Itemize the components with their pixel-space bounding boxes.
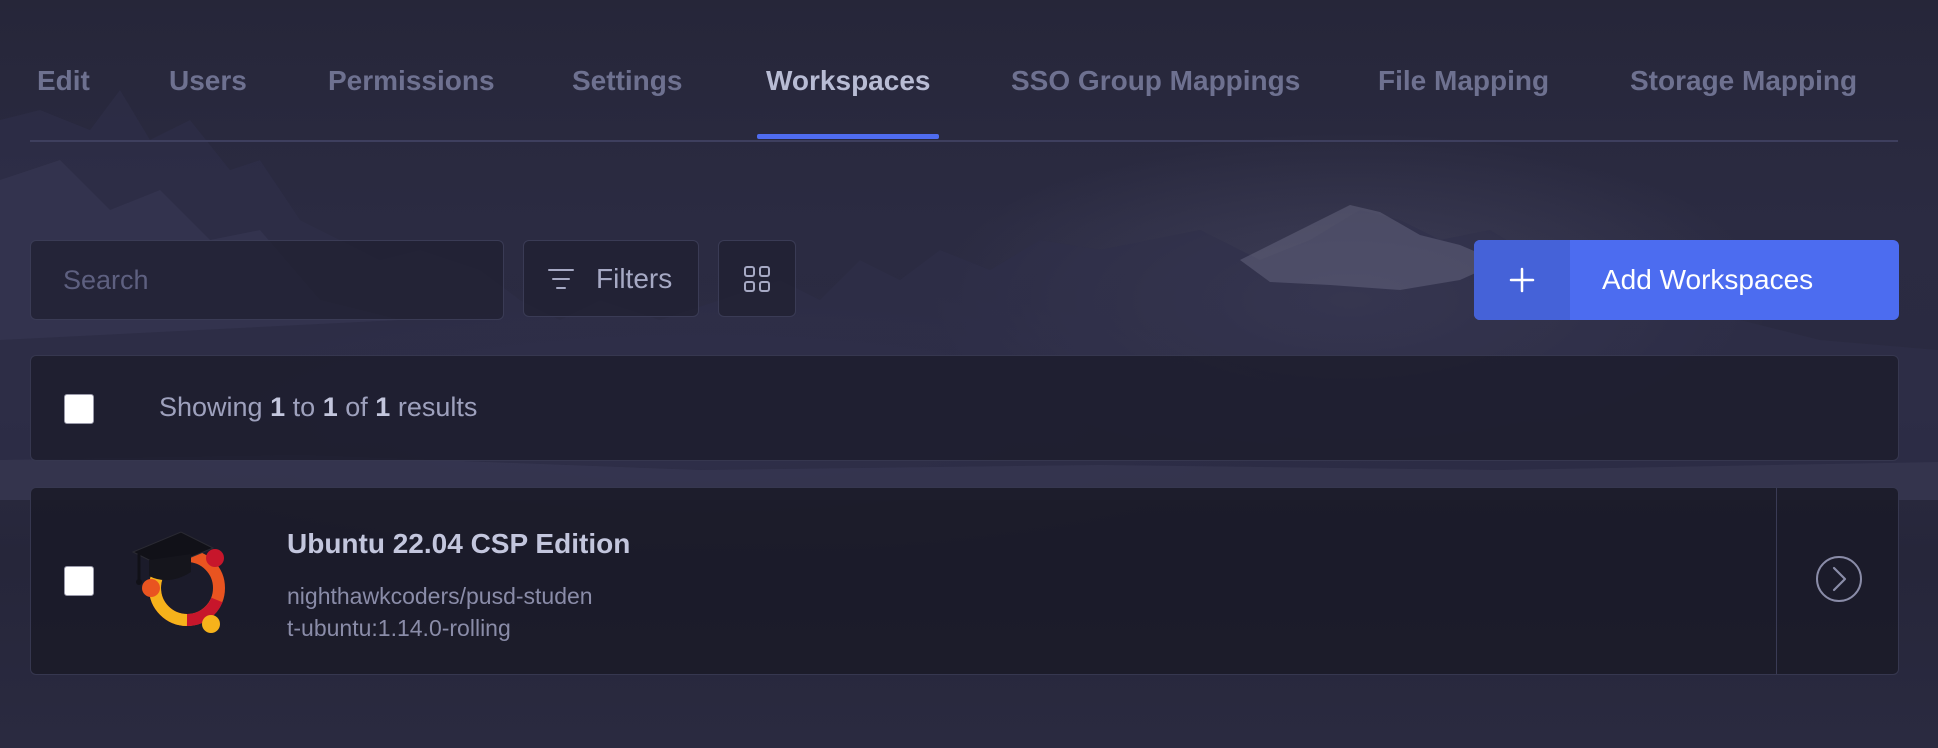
tab-sso-group-mappings[interactable]: SSO Group Mappings — [1011, 65, 1300, 97]
tab-storage-mapping[interactable]: Storage Mapping — [1630, 65, 1857, 97]
workspace-name: Ubuntu 22.04 CSP Edition — [287, 528, 631, 559]
results-header: Showing 1 to 1 of 1 results — [30, 355, 1899, 461]
select-all-checkbox[interactable] — [64, 394, 94, 424]
results-from: 1 — [270, 392, 286, 422]
plus-icon — [1509, 267, 1535, 293]
search-input[interactable] — [31, 241, 503, 319]
add-workspaces-label: Add Workspaces — [1602, 264, 1814, 295]
plus-icon-container — [1474, 240, 1570, 320]
tab-permissions[interactable]: Permissions — [328, 65, 495, 97]
results-to-word: to — [292, 392, 316, 422]
filters-label: Filters — [596, 262, 673, 294]
grid-view-button[interactable] — [718, 240, 796, 317]
results-summary: Showing 1 to 1 of 1 results — [159, 392, 477, 423]
filter-lines-icon — [548, 268, 574, 289]
tab-settings[interactable]: Settings — [572, 65, 682, 97]
row-divider — [1776, 488, 1777, 674]
tab-workspaces[interactable]: Workspaces — [766, 65, 930, 97]
filters-button[interactable]: Filters — [523, 240, 699, 317]
ubuntu-graduation-cap-logo-icon — [131, 531, 225, 633]
chevron-right-circle-icon[interactable] — [1814, 554, 1864, 604]
workspace-image: nighthawkcoders/pusd-studen t-ubuntu:1.1… — [287, 580, 687, 644]
workspace-image-line-2: t-ubuntu:1.14.0-rolling — [287, 615, 511, 641]
results-prefix: Showing — [159, 392, 263, 422]
grid-view-icon — [744, 265, 770, 292]
active-tab-indicator — [757, 134, 939, 139]
results-total: 1 — [375, 392, 391, 422]
tab-file-mapping[interactable]: File Mapping — [1378, 65, 1549, 97]
results-to: 1 — [322, 392, 338, 422]
search-box — [30, 240, 504, 320]
results-of-word: of — [345, 392, 368, 422]
tab-users[interactable]: Users — [169, 65, 247, 97]
workspace-row-checkbox[interactable] — [64, 566, 94, 596]
tab-bar: Edit Users Permissions Settings Workspac… — [30, 0, 1898, 142]
tab-edit[interactable]: Edit — [37, 65, 90, 97]
add-workspaces-button[interactable]: Add Workspaces — [1474, 240, 1899, 320]
workspace-row[interactable]: Ubuntu 22.04 CSP Edition nighthawkcoders… — [30, 487, 1899, 675]
results-suffix: results — [397, 392, 478, 422]
workspace-image-line-1: nighthawkcoders/pusd-studen — [287, 583, 593, 609]
